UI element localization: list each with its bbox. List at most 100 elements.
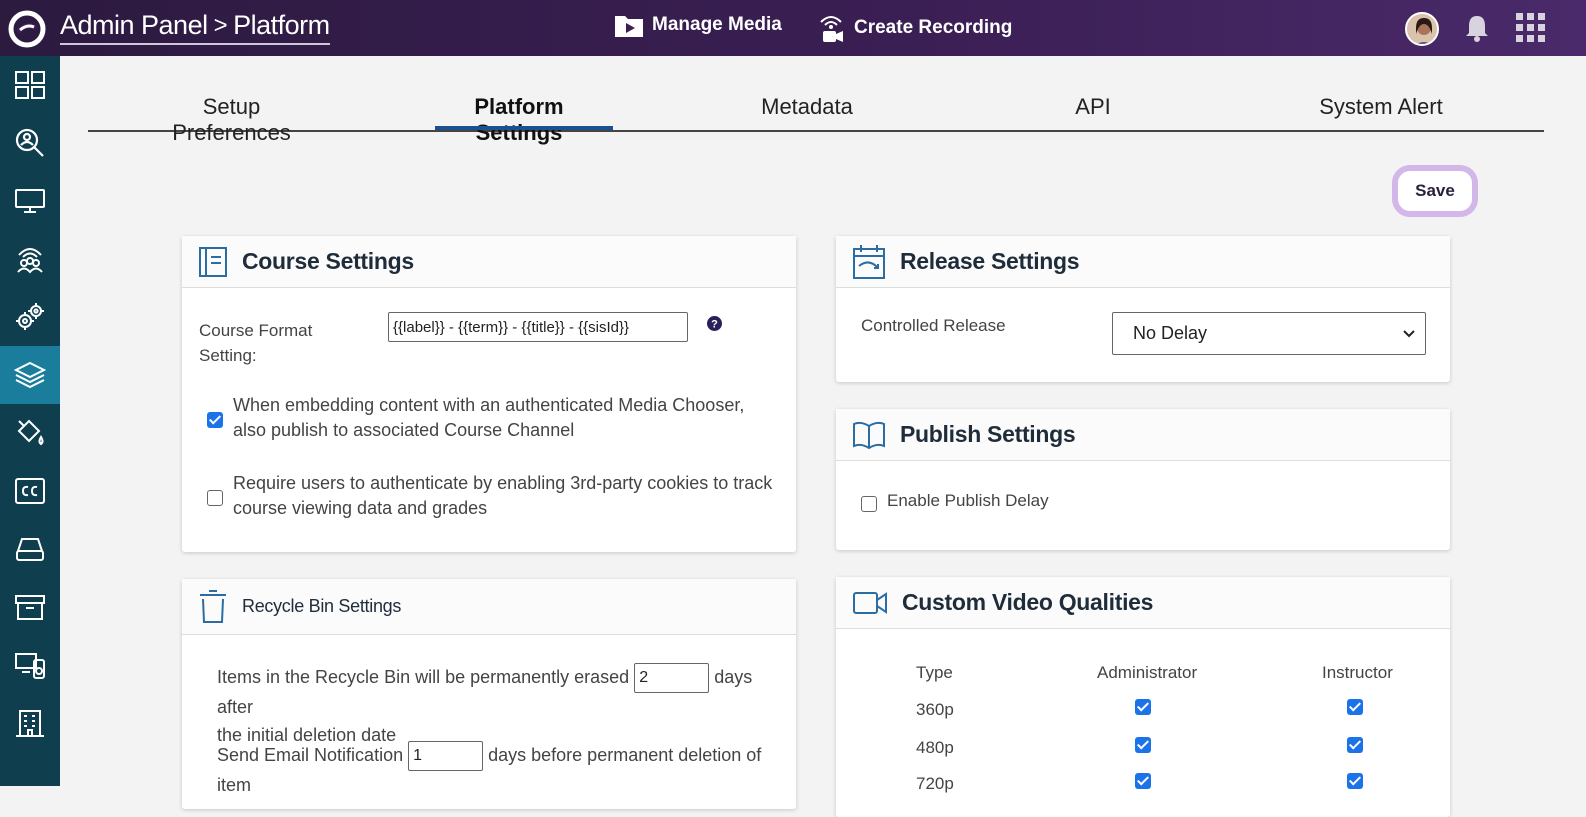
admin-720p-checkbox[interactable] xyxy=(1135,773,1151,789)
sidebar-item-search[interactable] xyxy=(0,114,60,172)
notify-setting: Send Email Notification days before perm… xyxy=(217,741,787,799)
manage-media-link[interactable]: Manage Media xyxy=(614,12,782,38)
controlled-release-select[interactable]: No Delay xyxy=(1112,312,1426,355)
course-format-label-line1: Course Format xyxy=(199,321,313,340)
save-button[interactable]: Save xyxy=(1392,165,1478,217)
notify-days-input[interactable] xyxy=(408,741,484,772)
video-qualities-title: Custom Video Qualities xyxy=(902,589,1154,615)
broadcast-users-icon xyxy=(17,248,43,274)
sidebar-item-devices[interactable] xyxy=(0,636,60,694)
manage-media-label: Manage Media xyxy=(652,14,782,35)
quality-type-480p: 480p xyxy=(916,738,954,757)
sidebar-item-branding[interactable] xyxy=(0,404,60,462)
admin-480p-checkbox[interactable] xyxy=(1135,737,1151,753)
course-format-label-line2: Setting: xyxy=(199,346,257,365)
publish-settings-header: Publish Settings xyxy=(836,409,1450,461)
tab-setup-preferences[interactable]: Setup Preferences xyxy=(144,94,319,146)
gears-icon xyxy=(16,303,44,330)
release-settings-card: Release Settings Controlled Release No D… xyxy=(836,236,1450,382)
release-settings-title: Release Settings xyxy=(900,248,1080,274)
notify-text-before: Send Email Notification xyxy=(217,745,404,765)
embed-publish-label: When embedding content with an authentic… xyxy=(233,395,745,440)
svg-text:?: ? xyxy=(711,319,718,331)
recording-icon xyxy=(820,16,843,42)
sidebar-item-platform[interactable] xyxy=(0,346,60,404)
tab-platform-settings[interactable]: Platform Settings xyxy=(430,94,608,146)
top-bar: Admin Panel > Platform Manage Media Crea… xyxy=(0,0,1586,56)
video-qualities-header: Custom Video Qualities xyxy=(836,577,1450,629)
create-recording-label: Create Recording xyxy=(854,17,1013,38)
sidebar xyxy=(0,56,60,786)
sidebar-item-archive[interactable] xyxy=(0,578,60,636)
tab-api[interactable]: API xyxy=(1063,94,1123,120)
create-recording-link[interactable]: Create Recording xyxy=(816,12,1012,44)
course-settings-title: Course Settings xyxy=(242,248,414,274)
controlled-release-label: Controlled Release xyxy=(861,316,1006,335)
publish-delay-label: Enable Publish Delay xyxy=(887,491,1049,510)
notify-text-after: days before permanent deletion of xyxy=(488,745,762,765)
instructor-360p-checkbox[interactable] xyxy=(1347,699,1363,715)
bell-icon[interactable] xyxy=(1462,13,1492,43)
calendar-release-icon xyxy=(853,244,885,279)
tab-metadata[interactable]: Metadata xyxy=(748,94,866,120)
notify-text-line2: item xyxy=(217,775,252,796)
sidebar-item-storage[interactable] xyxy=(0,520,60,578)
sidebar-item-broadcast[interactable] xyxy=(0,230,60,288)
require-cookies-label: Require users to authenticate by enablin… xyxy=(233,473,773,518)
logo-icon[interactable] xyxy=(6,8,48,50)
publish-delay-checkbox[interactable] xyxy=(861,496,877,512)
erase-days-input[interactable] xyxy=(634,663,710,694)
publish-settings-card: Publish Settings Enable Publish Delay xyxy=(836,409,1450,550)
chevron-down-icon xyxy=(1403,330,1415,338)
col-type-header: Type xyxy=(916,663,953,682)
dashboard-icon xyxy=(15,71,45,99)
tab-system-alert[interactable]: System Alert xyxy=(1316,94,1446,120)
avatar-image xyxy=(1407,14,1437,44)
instructor-480p-checkbox[interactable] xyxy=(1347,737,1363,753)
sidebar-item-dashboard[interactable] xyxy=(0,56,60,114)
breadcrumb-separator: > xyxy=(213,11,228,39)
breadcrumb-current: Platform xyxy=(233,10,330,40)
sidebar-item-captions[interactable] xyxy=(0,462,60,520)
help-icon[interactable]: ? xyxy=(707,316,722,331)
apps-grid-icon[interactable] xyxy=(1516,13,1546,43)
search-user-icon xyxy=(15,128,44,157)
erase-setting: Items in the Recycle Bin will be permane… xyxy=(217,663,787,749)
active-tab-indicator xyxy=(435,126,613,130)
sidebar-item-settings[interactable] xyxy=(0,288,60,346)
monitor-icon xyxy=(15,189,45,213)
course-settings-header: Course Settings xyxy=(182,236,796,288)
avatar[interactable] xyxy=(1405,12,1439,46)
sidebar-item-organization[interactable] xyxy=(0,694,60,752)
video-camera-icon xyxy=(853,591,887,614)
breadcrumb: Admin Panel > Platform xyxy=(60,10,330,45)
media-folder-icon xyxy=(615,16,643,37)
quality-type-360p: 360p xyxy=(916,700,954,719)
trash-icon xyxy=(200,589,226,623)
course-format-input[interactable] xyxy=(388,312,688,342)
release-settings-header: Release Settings xyxy=(836,236,1450,288)
erase-text-before: Items in the Recycle Bin will be permane… xyxy=(217,667,630,687)
instructor-720p-checkbox[interactable] xyxy=(1347,773,1363,789)
storage-drive-icon xyxy=(16,538,44,561)
controlled-release-value: No Delay xyxy=(1133,323,1208,343)
recycle-bin-title: Recycle Bin Settings xyxy=(242,596,402,616)
settings-tabs: Setup Preferences Platform Settings Meta… xyxy=(88,80,1544,145)
building-icon xyxy=(16,710,44,737)
video-qualities-card: Custom Video Qualities Type Administrato… xyxy=(836,577,1450,817)
quality-type-720p: 720p xyxy=(916,774,954,793)
breadcrumb-root[interactable]: Admin Panel xyxy=(60,10,208,41)
recycle-bin-header: Recycle Bin Settings xyxy=(182,579,796,635)
open-book-icon xyxy=(853,421,885,449)
document-list-icon xyxy=(199,246,227,277)
archive-box-icon xyxy=(15,595,45,620)
paint-bucket-icon xyxy=(17,419,44,446)
sidebar-item-monitor[interactable] xyxy=(0,172,60,230)
col-instructor-header: Instructor xyxy=(1322,663,1393,682)
recycle-bin-card: Recycle Bin Settings Items in the Recycl… xyxy=(182,579,796,809)
embed-publish-checkbox[interactable] xyxy=(207,412,223,428)
capture-device-icon xyxy=(15,653,45,679)
publish-settings-title: Publish Settings xyxy=(900,421,1076,447)
admin-360p-checkbox[interactable] xyxy=(1135,699,1151,715)
require-cookies-checkbox[interactable] xyxy=(207,490,223,506)
